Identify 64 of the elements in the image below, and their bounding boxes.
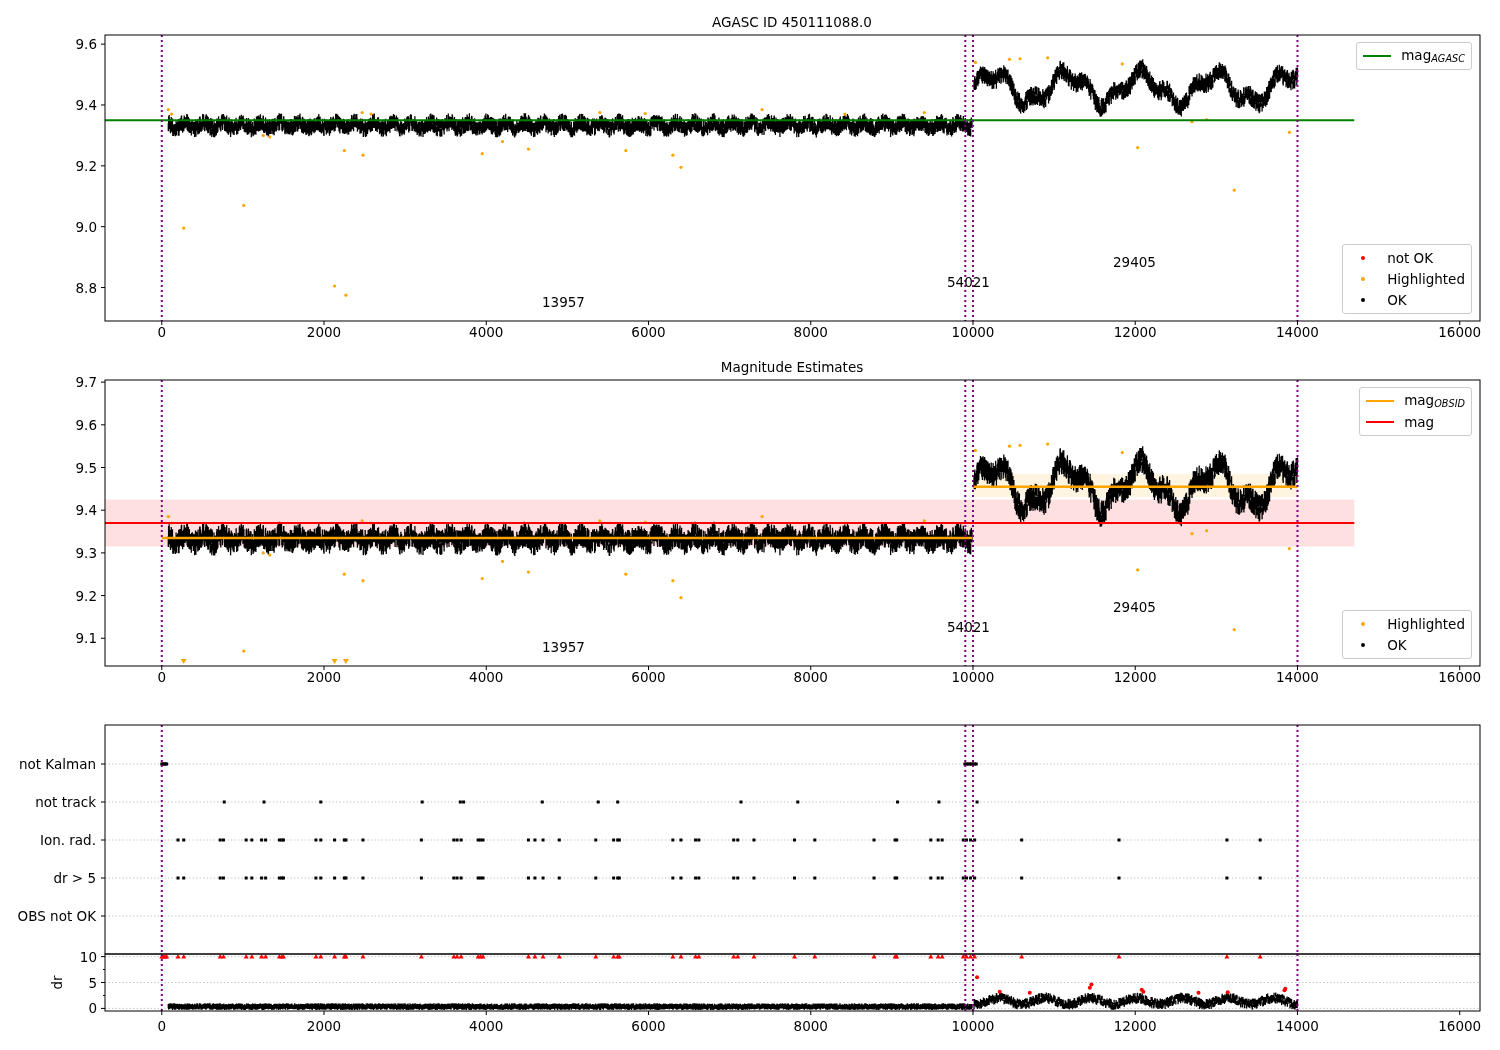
axis-tick-label: 0	[157, 669, 167, 685]
axis-tick-label: 9.7	[75, 374, 97, 391]
obsid-label: 13957	[542, 639, 585, 655]
axis-tick-label: 14000	[1276, 1018, 1319, 1034]
axis-tick-label: 6000	[631, 1018, 666, 1034]
axis-tick-label: 9.6	[75, 416, 97, 433]
axis-tick-label: 0	[88, 1000, 97, 1017]
flag-category-label: Ion. rad.	[39, 832, 96, 848]
legend-label: OK	[1387, 637, 1407, 653]
axis-tick-label: 2000	[306, 324, 342, 340]
axis-tick-label: 9.4	[75, 97, 97, 113]
axis-tick-label: 9.4	[75, 502, 97, 519]
obsid-label: 54021	[947, 619, 990, 635]
legend-label: not OK	[1387, 250, 1434, 266]
obsid-label: 54021	[947, 274, 990, 290]
legend-label: mag$_{OBSID}$	[1404, 392, 1465, 410]
legend-label: Highlighted	[1387, 271, 1465, 287]
legend-label: mag$_{AGASC}$	[1401, 47, 1465, 65]
axis-tick-label: 9.5	[75, 459, 97, 476]
axis-tick-label: 10000	[951, 669, 995, 685]
axis-tick-label: 6000	[631, 669, 666, 685]
axis-tick-label: 12000	[1113, 1018, 1157, 1034]
axis-tick-label: 8000	[793, 669, 828, 685]
axis-tick-label: 4000	[469, 324, 504, 340]
plot-title: AGASC ID 450111088.0	[712, 14, 872, 30]
axis-tick-label: 14000	[1276, 669, 1319, 685]
axis-tick-label: 16000	[1438, 1018, 1482, 1034]
axis-tick-label: 12000	[1113, 669, 1157, 685]
flag-category-label: dr > 5	[53, 870, 96, 886]
axis-tick-label: 12000	[1113, 324, 1157, 340]
axis-tick-label: 9.2	[75, 157, 97, 174]
axis-tick-label: 9.2	[75, 587, 97, 604]
axis-tick-label: 2000	[306, 1018, 342, 1034]
obsid-label: 13957	[542, 294, 585, 310]
axis-tick-label: 10	[79, 948, 97, 965]
plot-title: Magnitude Estimates	[720, 359, 864, 375]
axis-tick-label: 9.3	[75, 544, 97, 561]
axis-tick-label: 16000	[1438, 324, 1482, 340]
axis-tick-label: 14000	[1276, 324, 1319, 340]
axis-tick-label: 8000	[793, 1018, 828, 1034]
axis-tick-label: 4000	[469, 1018, 504, 1034]
legend-label: Highlighted	[1387, 616, 1465, 632]
legend-label: mag	[1404, 414, 1435, 430]
obsid-label: 29405	[1113, 254, 1156, 270]
axis-tick-label: 10000	[951, 324, 995, 340]
axis-tick-label: 0	[157, 1018, 167, 1034]
axis-tick-label: 9.1	[75, 630, 97, 647]
flag-category-label: OBS not OK	[17, 908, 96, 924]
axis-tick-label: 16000	[1438, 669, 1482, 685]
axis-tick-label: 0	[157, 324, 167, 340]
axis-tick-label: 5	[88, 974, 97, 991]
axis-label: dr	[49, 975, 65, 990]
obsid-label: 29405	[1113, 599, 1156, 615]
flag-category-label: not Kalman	[18, 756, 96, 772]
axis-tick-label: 9.0	[75, 218, 97, 235]
axis-tick-label: 4000	[469, 669, 504, 685]
axis-tick-label: 2000	[306, 669, 342, 685]
flag-category-label: not track	[35, 794, 96, 810]
axis-tick-label: 8000	[793, 324, 828, 340]
axis-tick-label: 8.8	[75, 279, 97, 296]
axis-tick-label: 6000	[631, 324, 666, 340]
axis-tick-label: 9.6	[75, 36, 97, 53]
legend-label: OK	[1387, 292, 1407, 308]
axis-tick-label: 10000	[951, 1018, 995, 1034]
